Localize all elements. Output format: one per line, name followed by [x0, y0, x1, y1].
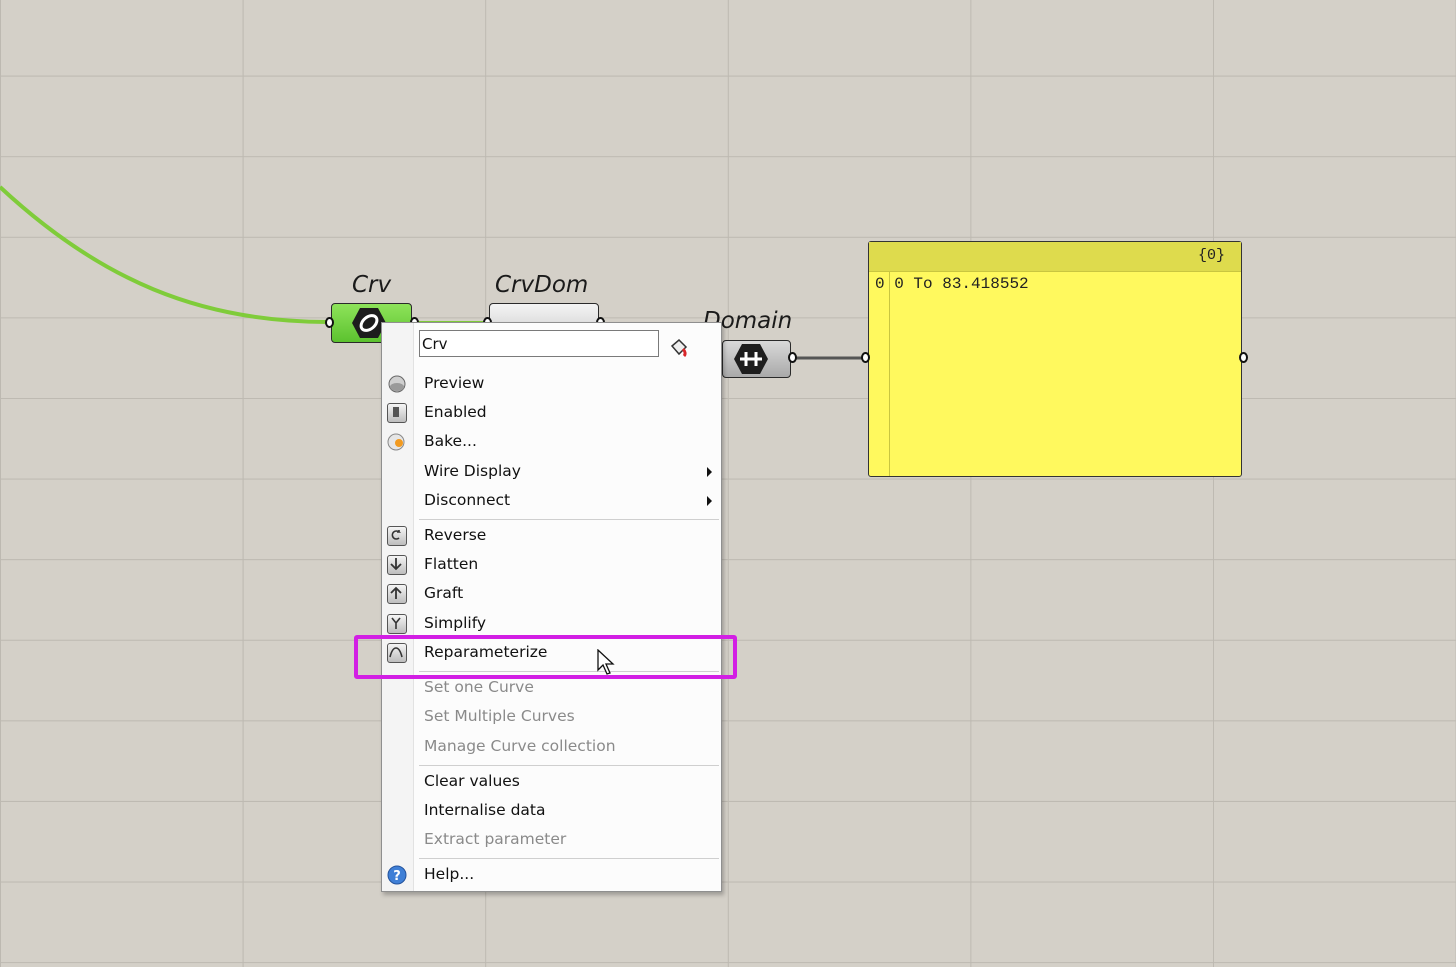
enabled-icon — [387, 403, 407, 423]
menu-item-set-multiple-curves: Set Multiple Curves — [382, 703, 721, 732]
mouse-cursor-icon — [597, 649, 615, 675]
panel-input-grip[interactable] — [861, 352, 870, 363]
wires — [0, 185, 864, 360]
menu-item-label: Extract parameter — [424, 830, 567, 848]
crv-component-label: Crv — [352, 272, 392, 298]
menu-item-label: Clear values — [424, 772, 520, 790]
data-panel[interactable]: {0} 0 0 To 83.418552 — [868, 241, 1242, 477]
menu-item-label: Bake... — [424, 432, 477, 450]
panel-row: 0 0 To 83.418552 — [875, 275, 1029, 293]
menu-item-label: Disconnect — [424, 491, 511, 509]
menu-item-label: Set Multiple Curves — [424, 707, 575, 725]
domain-param-icon — [734, 344, 768, 374]
menu-item-bake[interactable]: Bake... — [382, 428, 721, 457]
panel-branch-path: {0} — [1197, 247, 1225, 264]
menu-separator — [419, 858, 719, 859]
menu-item-extract-parameter: Extract parameter — [382, 826, 721, 855]
domain-output-grip[interactable] — [788, 352, 797, 363]
menu-item-preview[interactable]: Preview — [382, 370, 721, 399]
menu-item-label: Preview — [424, 374, 485, 392]
menu-item-disconnect[interactable]: Disconnect — [382, 487, 721, 516]
param-name-input[interactable] — [419, 330, 659, 357]
panel-row-value: 0 To 83.418552 — [894, 275, 1029, 293]
paint-bucket-icon[interactable] — [668, 337, 690, 359]
menu-item-label: Flatten — [424, 555, 479, 573]
menu-item-label: Help... — [424, 865, 475, 883]
curve-input-wire — [0, 185, 329, 324]
submenu-arrow-icon — [707, 496, 712, 506]
graft-icon — [387, 584, 407, 604]
reverse-icon — [387, 526, 407, 546]
menu-item-wire-display[interactable]: Wire Display — [382, 458, 721, 487]
panel-index-divider — [889, 271, 890, 476]
menu-item-reverse[interactable]: Reverse — [382, 522, 721, 551]
reparameterize-highlight-box — [354, 635, 737, 679]
panel-header: {0} — [869, 242, 1241, 272]
preview-icon — [388, 375, 406, 393]
menu-item-label: Enabled — [424, 403, 487, 421]
flatten-icon — [387, 555, 407, 575]
crv-input-grip[interactable] — [325, 317, 334, 328]
simplify-icon — [387, 614, 407, 634]
menu-item-label: Reverse — [424, 526, 487, 544]
menu-item-label: Internalise data — [424, 801, 546, 819]
menu-separator — [419, 519, 719, 520]
menu-item-flatten[interactable]: Flatten — [382, 551, 721, 580]
crvdom-component-label: CrvDom — [495, 272, 589, 298]
bake-icon — [387, 433, 405, 451]
menu-item-label: Graft — [424, 584, 464, 602]
menu-item-enabled[interactable]: Enabled — [382, 399, 721, 428]
menu-item-graft[interactable]: Graft — [382, 580, 721, 609]
menu-item-internalise-data[interactable]: Internalise data — [382, 797, 721, 826]
menu-item-help[interactable]: ? Help... — [382, 861, 721, 890]
menu-item-label: Wire Display — [424, 462, 521, 480]
menu-item-manage-curve-collection: Manage Curve collection — [382, 733, 721, 762]
menu-item-label: Set one Curve — [424, 678, 534, 696]
domain-param-component[interactable] — [722, 340, 791, 378]
panel-row-index: 0 — [875, 275, 885, 293]
submenu-arrow-icon — [707, 467, 712, 477]
menu-item-label: Manage Curve collection — [424, 737, 616, 755]
menu-item-clear-values[interactable]: Clear values — [382, 768, 721, 797]
panel-output-grip[interactable] — [1239, 352, 1248, 363]
context-menu: Preview Enabled Bake... Wire Display Dis… — [381, 322, 722, 892]
svg-text:?: ? — [393, 869, 401, 884]
help-icon: ? — [387, 865, 407, 885]
menu-separator — [419, 765, 719, 766]
menu-item-label: Simplify — [424, 614, 487, 632]
